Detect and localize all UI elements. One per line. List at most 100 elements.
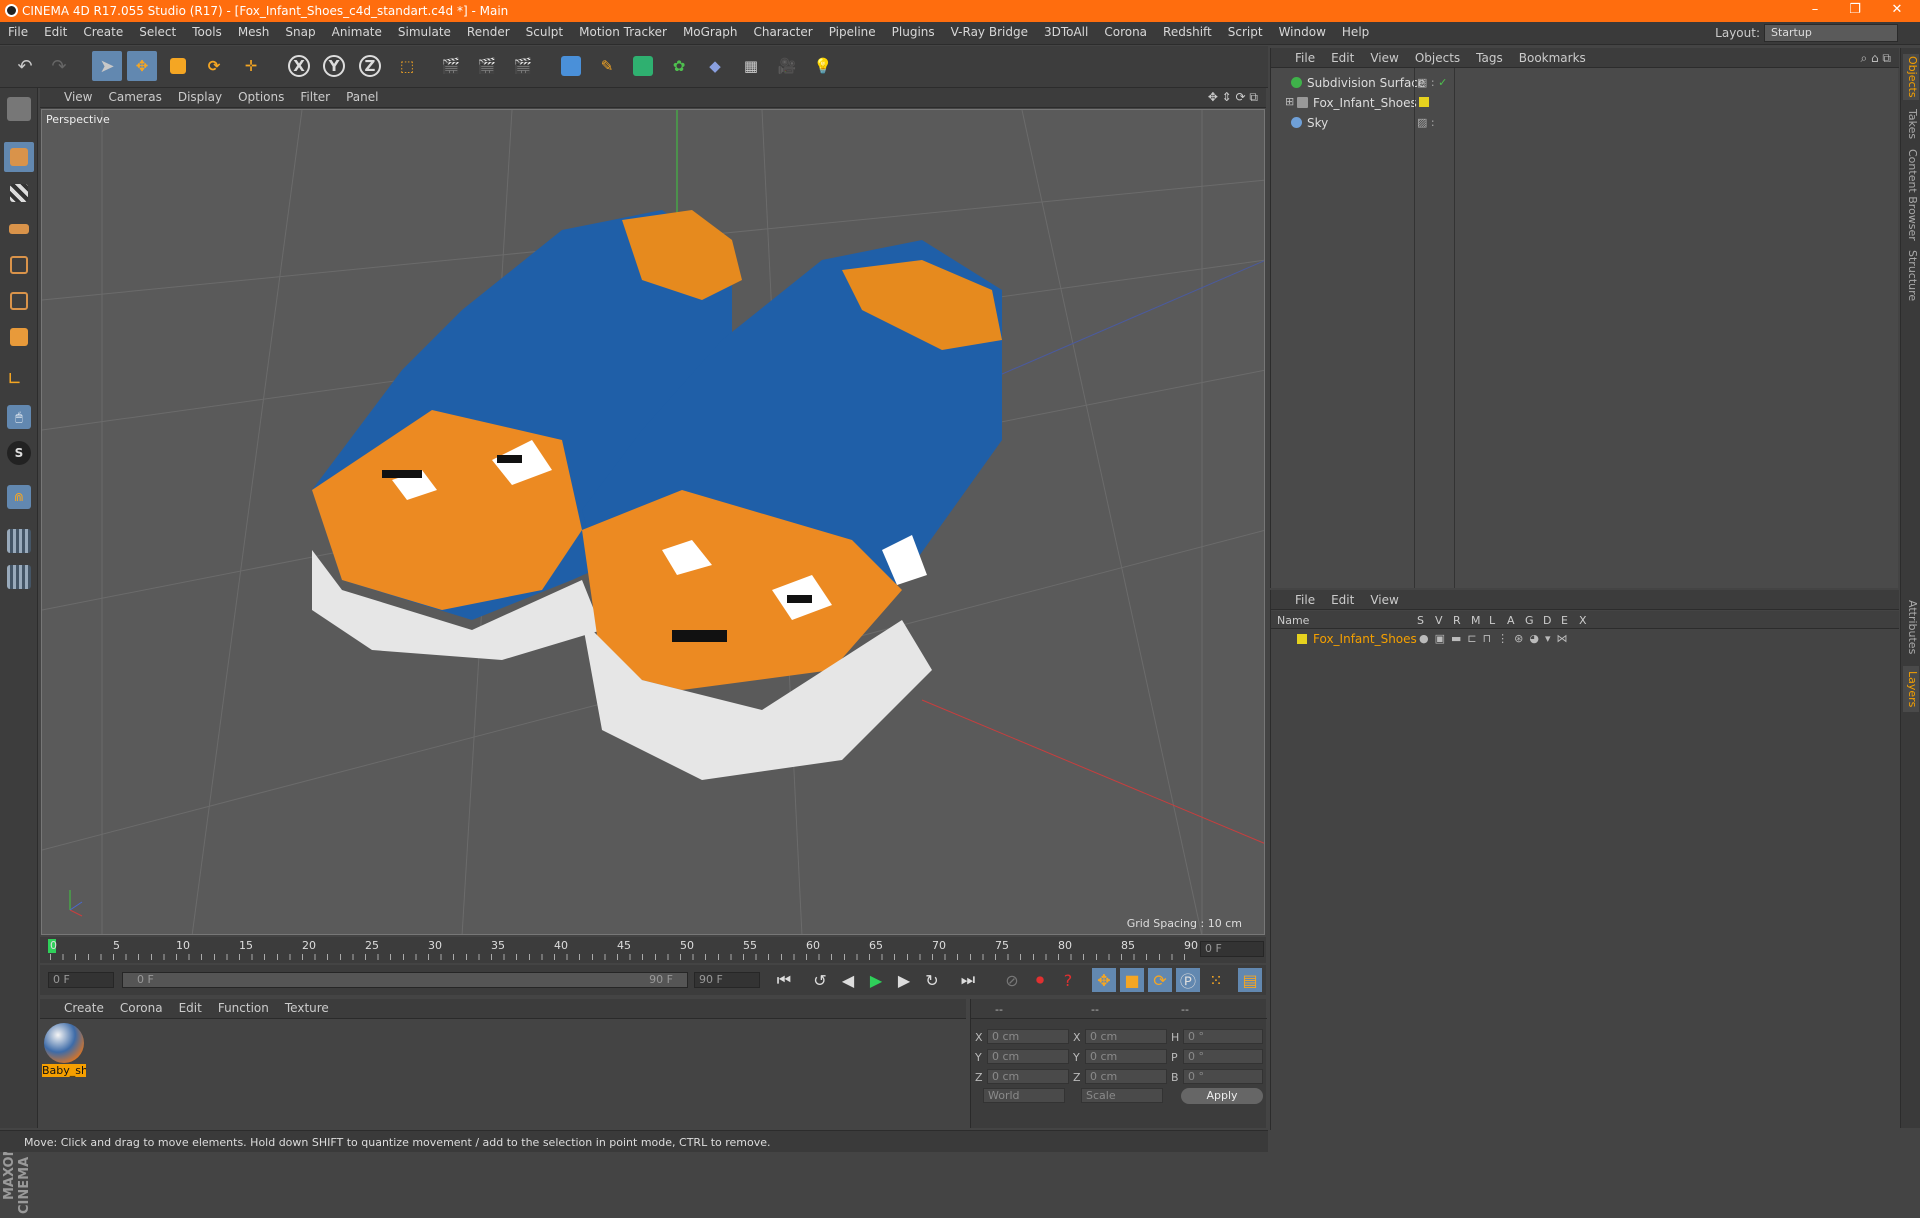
obj-menu-objects[interactable]: Objects [1407,48,1468,68]
rotate-tool-button[interactable]: ⟳ [199,51,229,81]
next-frame-button[interactable]: ▶ [892,968,916,992]
key-pla-button[interactable]: ⁙ [1204,968,1228,992]
key-position-button[interactable]: ✥ [1092,968,1116,992]
object-row[interactable]: Sky ▨ : [1271,113,1899,132]
menu-select[interactable]: Select [131,22,184,42]
menu-pipeline[interactable]: Pipeline [821,22,884,42]
size-mode-dropdown[interactable]: Scale [1081,1088,1163,1103]
scale-tool-button[interactable] [163,51,193,81]
y-axis-lock-button[interactable]: Y [319,51,349,81]
tab-layers[interactable]: Layers [1903,666,1919,712]
key-rotation-button[interactable]: ⟳ [1148,968,1172,992]
size-y-field[interactable]: 0 cm [1085,1049,1167,1064]
planar-workplane-button[interactable] [4,562,34,592]
current-frame-field[interactable]: 0 F [1200,941,1264,957]
points-mode-button[interactable] [4,250,34,280]
obj-menu-view[interactable]: View [1362,48,1406,68]
menu-render[interactable]: Render [459,22,518,42]
select-tool-button[interactable]: ➤ [92,51,122,81]
menu-create[interactable]: Create [75,22,131,42]
menu-character[interactable]: Character [745,22,820,42]
cube-object-button[interactable] [556,51,586,81]
menu-edit[interactable]: Edit [36,22,75,42]
layer-menu-edit[interactable]: Edit [1323,590,1362,610]
layer-menu-view[interactable]: View [1362,590,1406,610]
edges-mode-button[interactable] [4,286,34,316]
deformer-button[interactable]: ◆ [700,51,730,81]
array-button[interactable]: ✿ [664,51,694,81]
menu-sculpt[interactable]: Sculpt [518,22,571,42]
redo-button[interactable]: ↷ [44,51,74,81]
size-z-field[interactable]: 0 cm [1085,1069,1167,1084]
mat-menu-texture[interactable]: Texture [277,999,337,1017]
coordinate-mode-dropdown[interactable]: World [983,1088,1065,1103]
apply-button[interactable]: Apply [1181,1088,1263,1104]
render-settings-button[interactable]: 🎬 [508,51,538,81]
menu-redshift[interactable]: Redshift [1155,22,1220,42]
vp-menu-display[interactable]: Display [170,88,230,106]
mat-menu-create[interactable]: Create [56,999,112,1017]
lock-workplane-button[interactable] [4,526,34,556]
enable-axis-button[interactable]: ∟ [4,366,34,396]
z-axis-lock-button[interactable]: Z [355,51,385,81]
subdivision-surface-button[interactable] [628,51,658,81]
x-axis-lock-button[interactable]: X [284,51,314,81]
layer-menu-file[interactable]: File [1287,590,1323,610]
undo-button[interactable]: ↶ [10,51,40,81]
coordinate-system-button[interactable]: ⬚ [392,51,422,81]
vp-menu-panel[interactable]: Panel [338,88,386,106]
tab-objects[interactable]: Objects [1903,54,1919,100]
vp-menu-cameras[interactable]: Cameras [100,88,169,106]
model-mode-button[interactable] [4,142,34,172]
workplane-mode-button[interactable] [4,214,34,244]
menu-file[interactable]: File [0,22,36,42]
light-button[interactable]: 💡 [808,51,838,81]
position-z-field[interactable]: 0 cm [987,1069,1069,1084]
menu-3dtoall[interactable]: 3DToAll [1036,22,1096,42]
menu-corona[interactable]: Corona [1096,22,1155,42]
live-move-button[interactable]: ✛ [236,51,266,81]
layout-dropdown[interactable]: Startup [1764,24,1898,42]
mat-menu-corona[interactable]: Corona [112,999,171,1017]
key-scale-button[interactable]: ■ [1120,968,1144,992]
spline-pen-button[interactable]: ✎ [592,51,622,81]
tab-structure[interactable]: Structure [1903,246,1919,306]
floor-button[interactable]: ▦ [736,51,766,81]
object-row[interactable]: ⊞ Fox_Infant_Shoes [1271,93,1899,112]
menu-simulate[interactable]: Simulate [390,22,459,42]
layer-color-swatch[interactable] [1419,97,1429,107]
menu-mograph[interactable]: MoGraph [675,22,746,42]
obj-menu-tags[interactable]: Tags [1468,48,1511,68]
menu-tools[interactable]: Tools [184,22,230,42]
material-swatch[interactable]: Baby_sh [42,1022,86,1084]
position-x-field[interactable]: 0 cm [987,1029,1069,1044]
next-key-button[interactable]: ↻ [920,968,944,992]
minimize-icon[interactable]: – [1800,2,1830,20]
expand-icon[interactable]: ⊞ [1285,95,1294,108]
position-y-field[interactable]: 0 cm [987,1049,1069,1064]
go-to-end-button[interactable]: ⏭ [956,968,980,992]
rotation-b-field[interactable]: 0 ° [1183,1069,1263,1084]
menu-animate[interactable]: Animate [324,22,390,42]
viewport-nav-icons[interactable]: ✥ ⇕ ⟳ ⧉ [1208,90,1258,105]
timeline-window-button[interactable]: ▤ [1238,968,1262,992]
obj-menu-edit[interactable]: Edit [1323,48,1362,68]
vp-menu-view[interactable]: View [56,88,100,106]
3d-viewport[interactable]: Perspective Grid Spacing : 10 cm [41,109,1265,935]
size-x-field[interactable]: 0 cm [1085,1029,1167,1044]
menu-snap[interactable]: Snap [277,22,323,42]
layer-row[interactable]: Fox_Infant_Shoes ●▣▬⊏⊓⋮⊛◕▾⋈ [1271,630,1899,648]
menu-script[interactable]: Script [1220,22,1271,42]
autokeying-button[interactable]: ⏺ [1028,968,1052,992]
menu-window[interactable]: Window [1271,22,1334,42]
vp-menu-options[interactable]: Options [230,88,292,106]
menu-motion-tracker[interactable]: Motion Tracker [571,22,675,42]
make-editable-button[interactable] [4,94,34,124]
menu-help[interactable]: Help [1334,22,1377,42]
object-row[interactable]: Subdivision Surface ▨ : ✓ [1271,73,1899,92]
timeline-ruler[interactable]: 0 5 10 15 20 25 30 35 40 45 50 55 60 65 … [40,937,1266,963]
object-flags[interactable]: ▨ : [1417,116,1435,129]
end-frame-field[interactable]: 90 F [694,972,760,988]
previous-frame-button[interactable]: ◀ [836,968,860,992]
record-keys-button[interactable]: ⊘ [1000,968,1024,992]
